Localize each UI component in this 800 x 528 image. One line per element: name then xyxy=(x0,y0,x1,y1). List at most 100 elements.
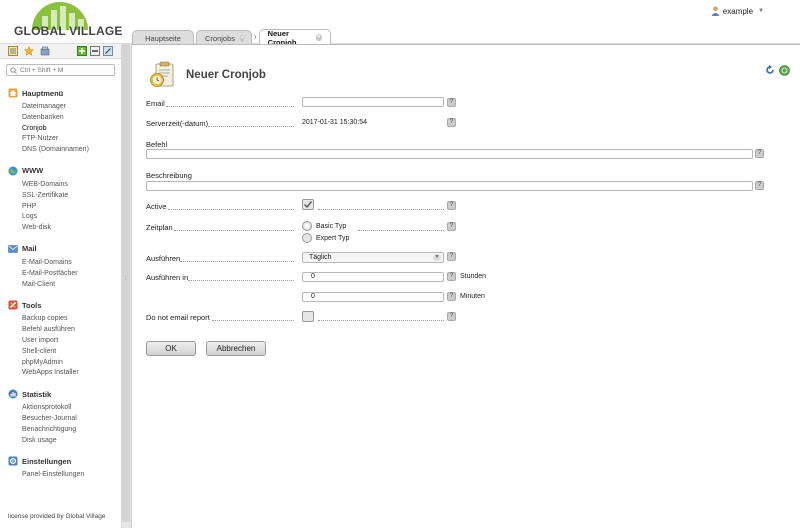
sidebar-item-ssl[interactable]: SSL-Zertifikate xyxy=(22,191,121,202)
sidebar-item-besucher-journal[interactable]: Besucher-Journal xyxy=(22,414,121,425)
tab-cronjobs[interactable]: Cronjobs ✕ xyxy=(196,30,252,45)
help-icon[interactable]: ? xyxy=(447,201,456,210)
package-icon[interactable] xyxy=(40,46,50,56)
radio-basic-typ[interactable]: Basic Typ xyxy=(302,221,346,231)
befehl-field[interactable] xyxy=(146,149,753,159)
main-content: Neuer Cronjob Email ? Serverzeit(-datum)… xyxy=(132,44,800,528)
pin-icon[interactable] xyxy=(103,46,113,56)
cancel-button[interactable]: Abbrechen xyxy=(206,341,266,356)
help-globe-icon[interactable] xyxy=(779,65,790,76)
user-name: example xyxy=(722,6,754,16)
ausfuehren-select[interactable]: Täglich ▼ xyxy=(302,252,444,263)
star-icon[interactable] xyxy=(24,46,34,56)
sidebar-item-disk-usage[interactable]: Disk usage xyxy=(22,436,121,447)
sidebar-item-ftp-nutzer[interactable]: FTP-Nutzer xyxy=(22,134,121,145)
befehl-label: Befehl xyxy=(146,140,168,149)
no-email-checkbox[interactable] xyxy=(302,311,314,322)
collapse-all-icon[interactable] xyxy=(90,46,100,56)
active-checkbox[interactable] xyxy=(302,199,314,210)
help-icon[interactable]: ? xyxy=(447,222,456,231)
tab-label: Cronjobs xyxy=(205,33,236,43)
ok-button[interactable]: OK xyxy=(146,341,196,356)
radio-button[interactable] xyxy=(302,221,312,231)
help-icon[interactable]: ? xyxy=(447,272,456,281)
close-tab-icon[interactable]: ✕ xyxy=(315,34,322,41)
mail-icon xyxy=(8,245,18,253)
user-menu[interactable]: example ▼ xyxy=(711,6,764,16)
dotted-leader xyxy=(166,106,294,107)
help-icon[interactable]: ? xyxy=(755,181,764,190)
dotted-leader xyxy=(168,209,294,210)
sidebar-item-webapps[interactable]: WebApps Installer xyxy=(22,368,121,379)
dotted-leader xyxy=(318,320,444,321)
tab-label: Hauptseite xyxy=(145,33,181,43)
zeitplan-label: Zeitplan xyxy=(146,223,173,232)
help-icon[interactable]: ? xyxy=(447,118,456,127)
help-icon[interactable]: ? xyxy=(447,98,456,107)
help-icon[interactable]: ? xyxy=(755,149,764,158)
sidebar-item-web-disk[interactable]: Web-disk xyxy=(22,223,121,234)
search-input[interactable] xyxy=(20,66,110,74)
radio-button[interactable] xyxy=(302,233,312,243)
nav-group-title[interactable]: Einstellungen xyxy=(0,455,121,467)
sidebar-item-dns[interactable]: DNS (Domainnamen) xyxy=(22,145,121,156)
sidebar-item-phpmyadmin[interactable]: phpMyAdmin xyxy=(22,358,121,369)
nav-group-title[interactable]: Hauptmenü xyxy=(0,87,121,99)
servertime-label: Serverzeit(-datum) xyxy=(146,119,209,128)
nav-group-title[interactable]: WWW xyxy=(0,165,121,177)
sidebar-item-backup[interactable]: Backup copies xyxy=(22,314,121,325)
sidebar-item-php[interactable]: PHP xyxy=(22,202,121,213)
sidebar-item-user-import[interactable]: User import xyxy=(22,336,121,347)
tree-view-icon[interactable] xyxy=(8,46,18,56)
help-icon[interactable]: ? xyxy=(447,312,456,321)
header-actions xyxy=(765,65,790,76)
sidebar: Hauptmenü Dateimanager Datenbanken Cronj… xyxy=(0,44,122,528)
nav-group-title[interactable]: Statistik xyxy=(0,388,121,400)
beschreibung-field[interactable] xyxy=(146,181,753,191)
tab-hauptseite[interactable]: Hauptseite xyxy=(132,30,194,45)
dotted-leader xyxy=(180,261,294,262)
sidebar-item-panel-einstellungen[interactable]: Panel-Einstellungen xyxy=(22,470,121,481)
dotted-leader xyxy=(188,280,294,281)
email-label: Email xyxy=(146,99,165,108)
sidebar-item-aktionsprotokoll[interactable]: Aktionsprotokoll xyxy=(22,403,121,414)
grip-icon: ⁞ xyxy=(125,276,127,282)
page-title: Neuer Cronjob xyxy=(186,69,266,81)
ausfuehren-label: Ausführen xyxy=(146,254,181,263)
sidebar-search[interactable] xyxy=(6,64,115,76)
sidebar-splitter[interactable]: ⁞ xyxy=(122,44,132,528)
sidebar-item-shell[interactable]: Shell-client xyxy=(22,347,121,358)
stunden-field[interactable]: 0 xyxy=(302,272,444,282)
home-icon xyxy=(8,88,18,98)
sidebar-item-cronjob[interactable]: Cronjob xyxy=(22,124,121,135)
nav-group-title[interactable]: Mail xyxy=(0,243,121,255)
help-icon[interactable]: ? xyxy=(447,252,456,261)
refresh-icon[interactable] xyxy=(765,65,775,75)
nav-group-title[interactable]: Tools xyxy=(0,299,121,311)
sidebar-item-email-domains[interactable]: E-Mail-Domains xyxy=(22,258,121,269)
radio-expert-typ[interactable]: Expert Typ xyxy=(302,233,349,243)
sidebar-item-mail-client[interactable]: Mail-Client xyxy=(22,280,121,291)
ausfuehren-in-label: Ausführen in xyxy=(146,273,189,282)
sidebar-item-datenbanken[interactable]: Datenbanken xyxy=(22,113,121,124)
scrollbar[interactable] xyxy=(122,44,130,522)
sidebar-item-web-domains[interactable]: WEB-Domains xyxy=(22,180,121,191)
sidebar-item-dateimanager[interactable]: Dateimanager xyxy=(22,102,121,113)
help-icon[interactable]: ? xyxy=(447,292,456,301)
cronjob-icon xyxy=(150,61,174,87)
tab-neuer-cronjob[interactable]: Neuer Cronjob ✕ xyxy=(258,29,331,47)
sidebar-item-befehl[interactable]: Befehl ausführen xyxy=(22,325,121,336)
sidebar-item-benachrichtigung[interactable]: Benachrichtigung xyxy=(22,425,121,436)
sidebar-item-logs[interactable]: Logs xyxy=(22,212,121,223)
logo[interactable]: GLOBAL VILLAGE xyxy=(10,2,122,42)
close-tab-icon[interactable]: ✕ xyxy=(240,34,245,42)
sidebar-item-email-postfaecher[interactable]: E-Mail-Postfächer xyxy=(22,269,121,280)
chevron-right-icon: › xyxy=(254,31,257,41)
logo-text: GLOBAL VILLAGE xyxy=(14,24,123,38)
dotted-leader xyxy=(358,230,444,231)
dotted-leader xyxy=(318,209,444,210)
minuten-field[interactable]: 0 xyxy=(302,292,444,302)
email-field[interactable] xyxy=(302,97,444,107)
dotted-leader xyxy=(212,320,294,321)
expand-all-icon[interactable] xyxy=(77,46,87,56)
